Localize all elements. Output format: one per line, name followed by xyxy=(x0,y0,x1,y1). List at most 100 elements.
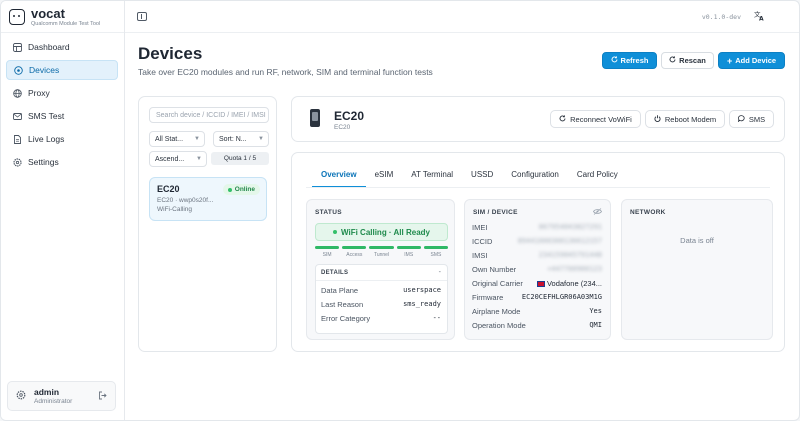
reboot-modem-button[interactable]: Reboot Modem xyxy=(645,110,725,128)
sim-key: IMEI xyxy=(472,223,488,232)
sidebar-item-live-logs[interactable]: Live Logs xyxy=(6,129,118,149)
sim-row: IMSI 234159045791448 xyxy=(472,251,602,260)
detail-row: Last Reason sms_ready xyxy=(321,300,441,309)
file-icon xyxy=(13,134,22,144)
tab-configuration[interactable]: Configuration xyxy=(502,170,568,187)
sms-button[interactable]: SMS xyxy=(729,110,774,128)
user-card: admin Administrator xyxy=(7,381,116,411)
segment-tunnel xyxy=(369,246,394,249)
device-list-item[interactable]: EC20 Online EC20 · wwp0s20f... WiFi-Call… xyxy=(149,177,267,221)
status-banner-label: WiFi Calling · All Ready xyxy=(341,227,430,237)
sim-value-masked: +447700900123 xyxy=(547,265,602,273)
search-input[interactable]: Search device / ICCID / IMEI / IMSI xyxy=(149,107,269,123)
version-label: v0.1.0-dev xyxy=(701,13,741,21)
quota-badge: Quota 1 / 5 xyxy=(211,152,269,165)
device-subtitle: EC20 xyxy=(334,124,351,131)
logout-icon[interactable] xyxy=(98,391,107,402)
tab-esim[interactable]: eSIM xyxy=(366,170,403,187)
sim-value: EC20CEFHLGR06A03M1G xyxy=(521,293,602,301)
status-badge-label: Online xyxy=(234,186,255,193)
sidebar-item-settings[interactable]: Settings xyxy=(6,152,118,172)
reboot-label: Reboot Modem xyxy=(664,114,717,124)
sidebar-item-proxy[interactable]: Proxy xyxy=(6,83,118,103)
sidebar-item-label: Dashboard xyxy=(28,42,70,52)
online-dot-icon xyxy=(227,187,232,192)
sim-row: Operation Mode QMI xyxy=(472,321,602,330)
rescan-button[interactable]: Rescan xyxy=(661,52,714,69)
sidebar-item-label: Proxy xyxy=(28,88,50,98)
sim-row: Firmware EC20CEFHLGR06A03M1G xyxy=(472,293,602,302)
page-subtitle: Take over EC20 modules and run RF, netwo… xyxy=(138,67,433,77)
sim-key: IMSI xyxy=(472,251,488,260)
sim-row: IMEI 867954043827291 xyxy=(472,223,602,232)
user-role: Administrator xyxy=(34,398,73,405)
chevron-down-icon: ▼ xyxy=(196,156,202,162)
sidebar-toggle-icon[interactable] xyxy=(137,12,147,21)
chat-icon xyxy=(737,114,745,124)
devices-icon xyxy=(14,65,23,75)
refresh-button[interactable]: Refresh xyxy=(602,52,657,69)
tab-at-terminal[interactable]: AT Terminal xyxy=(402,170,462,187)
modem-icon xyxy=(310,109,320,127)
sidebar-item-label: Devices xyxy=(29,65,60,75)
details-collapse-button[interactable]: - xyxy=(439,269,441,276)
detail-value: sms_ready xyxy=(403,300,441,308)
device-title: EC20 xyxy=(334,109,365,123)
segment-ims xyxy=(396,246,421,249)
svg-text:A: A xyxy=(759,16,764,22)
detail-key: Error Category xyxy=(321,314,371,323)
detail-key: Last Reason xyxy=(321,300,364,309)
device-list-panel: Search device / ICCID / IMEI / IMSI All … xyxy=(138,96,277,352)
sim-value: QMI xyxy=(589,321,602,329)
rescan-label: Rescan xyxy=(679,56,706,65)
segment-sim xyxy=(315,246,340,249)
ready-dot-icon xyxy=(333,230,337,234)
segment-label: SIM xyxy=(322,252,332,258)
sms-label: SMS xyxy=(748,114,766,124)
top-bar: v0.1.0-dev 文A xyxy=(125,1,799,33)
network-empty-state: Data is off xyxy=(680,236,714,245)
gear-icon[interactable] xyxy=(16,390,26,402)
details-heading: DETAILS xyxy=(321,270,349,276)
detail-row: Error Category -- xyxy=(321,314,441,323)
status-banner: WiFi Calling · All Ready xyxy=(315,223,448,241)
brand-name: vocat xyxy=(31,6,65,21)
tab-card-policy[interactable]: Card Policy xyxy=(568,170,627,187)
details-divider xyxy=(316,280,447,281)
sim-value: Yes xyxy=(589,307,602,315)
order-select[interactable]: Ascend... ▼ xyxy=(149,151,207,167)
sidebar-item-label: Live Logs xyxy=(28,134,65,144)
carrier-value: Vodafone (234... xyxy=(546,279,602,288)
sim-row: Own Number +447700900123 xyxy=(472,265,602,274)
tab-overview[interactable]: Overview xyxy=(312,170,366,187)
gear-icon xyxy=(13,157,22,167)
detail-row: Data Plane userspace xyxy=(321,286,441,295)
sidebar-nav: Dashboard Devices Proxy SMS Test Live Lo… xyxy=(6,37,118,175)
translate-icon[interactable]: 文A xyxy=(754,10,765,24)
sim-device-card: SIM / DEVICE IMEI 867954043827291 ICCID … xyxy=(464,199,611,340)
sort-select[interactable]: Sort: N... ▼ xyxy=(213,131,269,147)
uk-flag-icon xyxy=(536,281,545,288)
sidebar: vocat Qualcomm Module Test Tool Dashboar… xyxy=(1,1,125,420)
sidebar-item-sms-test[interactable]: SMS Test xyxy=(6,106,118,126)
sidebar-item-devices[interactable]: Devices xyxy=(6,60,118,80)
sim-value-masked: 234159045791448 xyxy=(538,251,602,259)
sim-row: Airplane Mode Yes xyxy=(472,307,602,316)
status-filter-select[interactable]: All Stat... ▼ xyxy=(149,131,205,147)
segment-label: Tunnel xyxy=(373,252,390,258)
sidebar-item-dashboard[interactable]: Dashboard xyxy=(6,37,118,57)
device-tabs-panel: Overview eSIM AT Terminal USSD Configura… xyxy=(291,152,785,352)
sim-value: Vodafone (234... xyxy=(536,279,602,288)
status-badge: Online xyxy=(222,184,260,195)
add-device-label: Add Device xyxy=(735,56,777,65)
tab-ussd[interactable]: USSD xyxy=(462,170,502,187)
reconnect-vowifi-button[interactable]: Reconnect VoWiFi xyxy=(550,110,641,128)
sim-key: Airplane Mode xyxy=(472,307,521,316)
app-window: vocat Qualcomm Module Test Tool Dashboar… xyxy=(0,0,800,421)
segment-label: Access xyxy=(346,252,363,258)
eye-off-icon[interactable] xyxy=(593,208,602,217)
page-title: Devices xyxy=(138,44,203,63)
add-device-button[interactable]: + Add Device xyxy=(718,52,785,69)
network-heading: NETWORK xyxy=(630,209,666,216)
sim-key: ICCID xyxy=(472,237,493,246)
